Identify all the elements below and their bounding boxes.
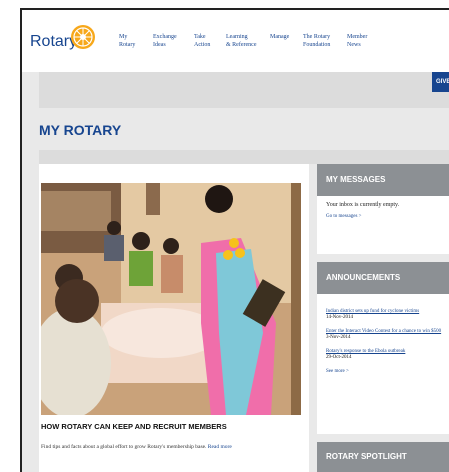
rotary-wheel-icon[interactable] [70, 24, 96, 50]
nav-label: Manage [270, 34, 290, 40]
announcement-link[interactable]: Enter the Interact Video Contest for a c… [326, 329, 441, 334]
give-bar [39, 72, 449, 108]
site-header: Rotary My Rotary Exchange Ideas Take Action… [22, 10, 449, 72]
browser-frame: Rotary My Rotary Exchange Ideas Take Action… [20, 8, 449, 472]
nav-manage[interactable]: Manage [270, 33, 289, 41]
announcement-link[interactable]: Indian district sets up fund for cyclone… [326, 309, 419, 314]
announcement-date: 3-Nov-2014 [326, 335, 351, 340]
nav-rotary-foundation[interactable]: The Rotary Foundation [303, 33, 330, 49]
announcement-date: 29-Oct-2014 [326, 355, 352, 360]
see-more-link[interactable]: See more > [326, 369, 349, 374]
page-title: MY ROTARY [39, 122, 122, 138]
nav-member-news[interactable]: Member News [347, 33, 367, 49]
inbox-empty-text: Your inbox is currently empty. [326, 202, 400, 208]
announcement-date: 14-Nov-2014 [326, 315, 353, 320]
nav-label: Member [347, 34, 368, 40]
nav-label: News [347, 42, 361, 48]
nav-label: My [119, 34, 128, 40]
nav-exchange-ideas[interactable]: Exchange Ideas [153, 33, 177, 49]
featured-story-card: HOW ROTARY CAN KEEP AND RECRUIT MEMBERS … [39, 164, 309, 472]
nav-label: Rotary [119, 42, 136, 48]
story-photo[interactable] [41, 183, 301, 415]
nav-label: & Reference [226, 42, 257, 48]
read-more-link[interactable]: Read more [208, 444, 232, 450]
story-title[interactable]: HOW ROTARY CAN KEEP AND RECRUIT MEMBERS [41, 422, 227, 431]
nav-learning-reference[interactable]: Learning & Reference [226, 33, 256, 49]
announcement-link[interactable]: Rotary's response to the Ebola outbreak [326, 349, 405, 354]
nav-label: The Rotary [303, 34, 331, 40]
nav-my-rotary[interactable]: My Rotary [119, 33, 135, 49]
nav-label: Take [194, 34, 206, 40]
announcements-panel: Indian district sets up fund for cyclone… [317, 294, 449, 434]
nav-label: Foundation [303, 42, 331, 48]
nav-label: Ideas [153, 42, 166, 48]
give-button[interactable]: GIVE [432, 72, 449, 92]
content-strip [39, 150, 449, 164]
story-summary: Find tips and facts about a global effor… [41, 444, 232, 450]
story-summary-text: Find tips and facts about a global effor… [41, 444, 207, 450]
rotary-spotlight-header[interactable]: ROTARY SPOTLIGHT [317, 442, 449, 472]
announcements-header[interactable]: ANNOUNCEMENTS [317, 262, 449, 294]
nav-label: Exchange [153, 34, 177, 40]
go-to-messages-link[interactable]: Go to messages > [326, 214, 361, 219]
my-messages-panel: Your inbox is currently empty. Go to mes… [317, 196, 449, 254]
nav-take-action[interactable]: Take Action [194, 33, 210, 49]
nav-label: Learning [226, 34, 248, 40]
nav-label: Action [194, 42, 211, 48]
my-messages-header[interactable]: MY MESSAGES [317, 164, 449, 196]
